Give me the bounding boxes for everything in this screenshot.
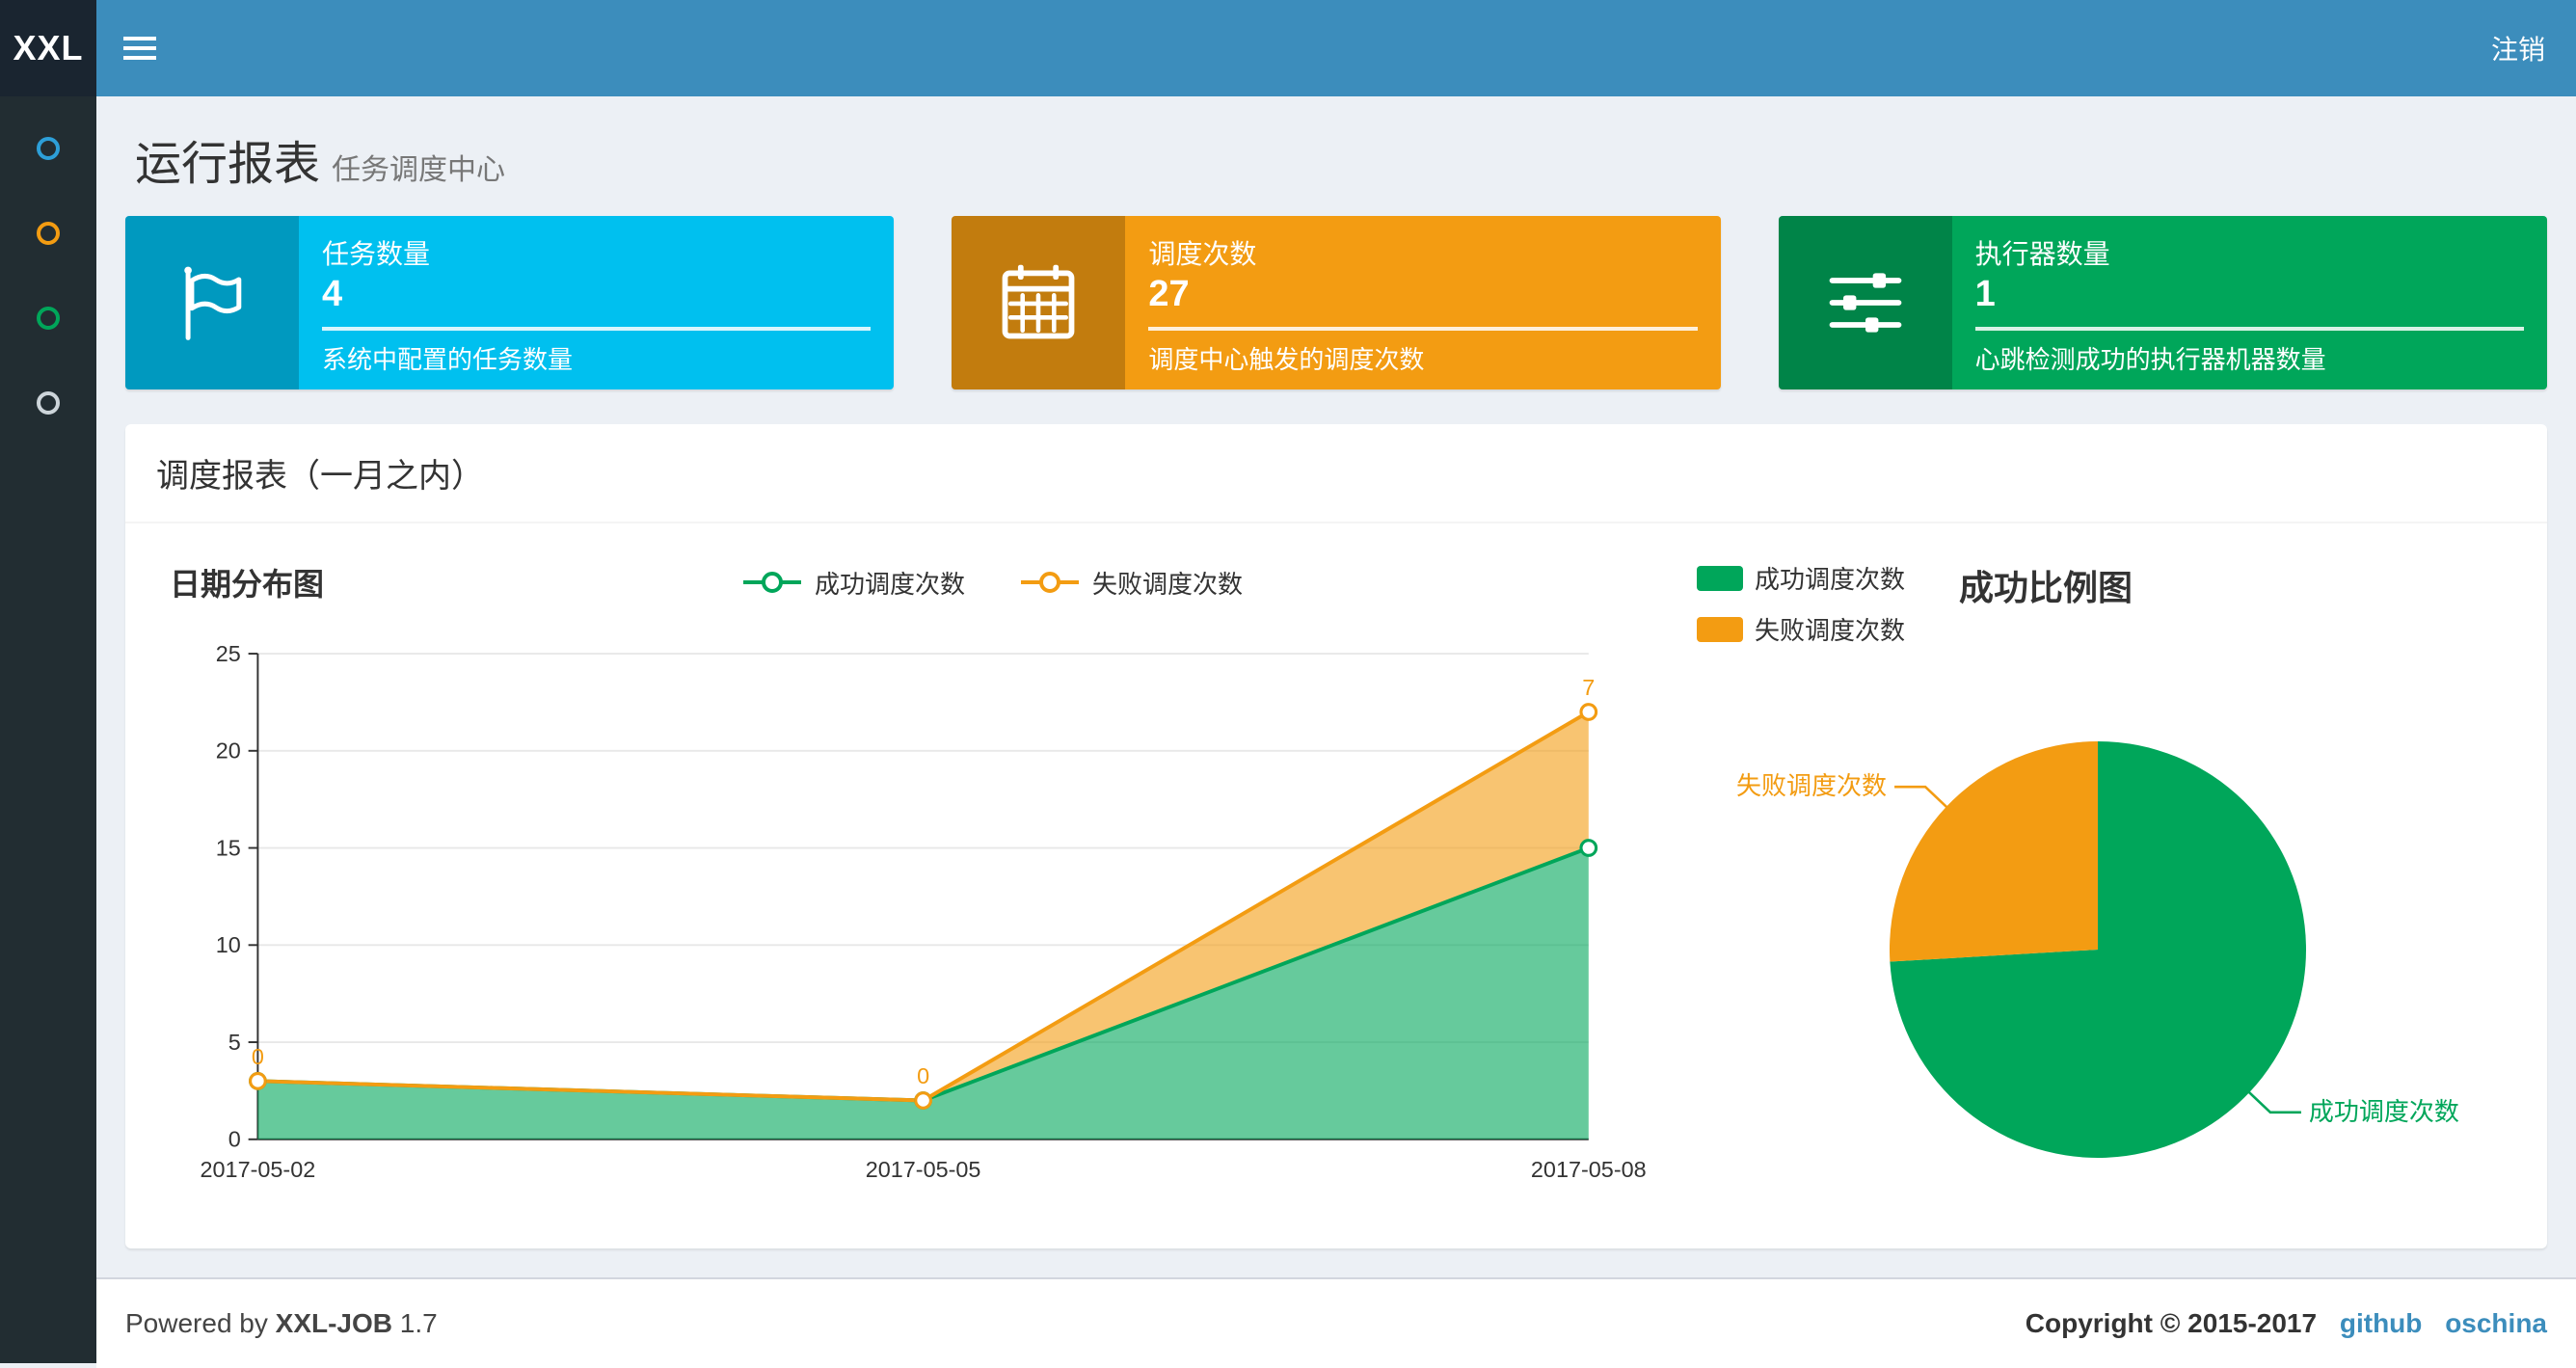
panel-body: 日期分布图 成功调度次数: [125, 523, 2547, 1248]
powered-by-text: Powered by: [125, 1308, 268, 1338]
line-marker-icon: [741, 569, 803, 596]
info-box-content: 调度次数 27 调度中心触发的调度次数: [1125, 216, 1720, 389]
info-box-value: 27: [1148, 274, 1697, 315]
info-box-divider: [322, 327, 871, 331]
copyright-area: Copyright © 2015-2017 github oschina: [2026, 1308, 2547, 1339]
info-box-executors: 执行器数量 1 心跳检测成功的执行器机器数量: [1779, 216, 2547, 389]
svg-text:20: 20: [216, 738, 241, 764]
sidebar-toggle-button[interactable]: [96, 0, 183, 96]
powered-by: Powered by XXL-JOB 1.7: [125, 1308, 438, 1339]
circle-icon: [37, 391, 60, 415]
svg-text:失败调度次数: 失败调度次数: [1736, 771, 1887, 800]
github-link[interactable]: github: [2340, 1308, 2423, 1338]
line-chart-title: 日期分布图: [170, 560, 324, 604]
svg-text:0: 0: [917, 1063, 929, 1088]
info-box-divider: [1148, 327, 1697, 331]
svg-text:2017-05-05: 2017-05-05: [866, 1157, 981, 1182]
pie-chart-svg: 成功调度次数 失败调度次数: [1689, 651, 2518, 1229]
svg-text:10: 10: [216, 932, 241, 957]
sidebar: [0, 96, 96, 1363]
line-chart-legend: 成功调度次数 失败调度次数: [324, 565, 1660, 601]
pie-chart-legend: 成功调度次数 失败调度次数: [1697, 560, 1905, 647]
pie-swatch-fail: [1697, 617, 1743, 642]
info-box-row: 任务数量 4 系统中配置的任务数量: [125, 216, 2547, 389]
circle-icon: [37, 307, 60, 330]
info-box-description: 系统中配置的任务数量: [322, 340, 871, 376]
info-box-value: 4: [322, 274, 871, 315]
info-box-label: 执行器数量: [1975, 233, 2524, 272]
hamburger-icon: [123, 46, 156, 50]
svg-text:5: 5: [228, 1030, 241, 1055]
sidebar-item-2[interactable]: [0, 191, 96, 276]
line-marker-icon: [1019, 569, 1081, 596]
product-name: XXL-JOB: [276, 1308, 392, 1338]
legend-item-fail[interactable]: 失败调度次数: [1019, 565, 1243, 601]
svg-text:7: 7: [1582, 675, 1595, 700]
info-box-description: 心跳检测成功的执行器机器数量: [1975, 340, 2524, 376]
oschina-link[interactable]: oschina: [2445, 1308, 2547, 1338]
legend-item-success[interactable]: 成功调度次数: [741, 565, 965, 601]
info-box-divider: [1975, 327, 2524, 331]
calendar-icon: [952, 216, 1125, 389]
pie-swatch-success: [1697, 566, 1743, 591]
info-box-content: 执行器数量 1 心跳检测成功的执行器机器数量: [1952, 216, 2547, 389]
logout-link[interactable]: 注销: [2460, 0, 2576, 96]
content-wrapper: 运行报表任务调度中心 任务数量 4 系统中配置的任务数量: [96, 96, 2576, 1277]
info-box-label: 调度次数: [1148, 233, 1697, 272]
svg-text:成功调度次数: 成功调度次数: [2309, 1097, 2459, 1126]
product-version: 1.7: [400, 1308, 438, 1338]
panel-title: 调度报表（一月之内）: [125, 424, 2547, 523]
line-chart-area: 日期分布图 成功调度次数: [154, 552, 1660, 1229]
circle-icon: [37, 222, 60, 245]
legend-label: 成功调度次数: [1755, 560, 1905, 596]
page-subtitle: 任务调度中心: [332, 154, 505, 186]
svg-text:2017-05-02: 2017-05-02: [201, 1157, 316, 1182]
sidebar-item-3[interactable]: [0, 276, 96, 361]
sidebar-item-1[interactable]: [0, 106, 96, 191]
top-navbar: XXL 注销: [0, 0, 2576, 96]
info-box-description: 调度中心触发的调度次数: [1148, 340, 1697, 376]
info-box-label: 任务数量: [322, 233, 871, 272]
main-footer: Powered by XXL-JOB 1.7 Copyright © 2015-…: [96, 1277, 2576, 1368]
legend-label: 成功调度次数: [815, 565, 965, 601]
flag-icon: [125, 216, 299, 389]
svg-text:0: 0: [228, 1127, 241, 1152]
legend-label: 失败调度次数: [1755, 611, 1905, 647]
pie-legend-success[interactable]: 成功调度次数: [1697, 560, 1905, 596]
svg-text:0: 0: [252, 1044, 264, 1069]
pie-chart-area: 成功调度次数 失败调度次数 成功比例图 成功调度次数失败调度次数: [1689, 552, 2518, 1229]
app-logo[interactable]: XXL: [0, 0, 96, 96]
pie-legend-fail[interactable]: 失败调度次数: [1697, 611, 1905, 647]
pie-chart-title: 成功比例图: [1959, 560, 2133, 610]
navbar-spacer: [183, 0, 2460, 96]
info-box-triggers: 调度次数 27 调度中心触发的调度次数: [952, 216, 1720, 389]
sliders-icon: [1779, 216, 1952, 389]
info-box-jobs: 任务数量 4 系统中配置的任务数量: [125, 216, 894, 389]
page-title: 运行报表任务调度中心: [135, 125, 2547, 193]
copyright-text: Copyright © 2015-2017: [2026, 1308, 2317, 1338]
circle-icon: [37, 137, 60, 160]
sidebar-item-4[interactable]: [0, 361, 96, 445]
svg-text:25: 25: [216, 641, 241, 666]
svg-text:15: 15: [216, 835, 241, 860]
info-box-content: 任务数量 4 系统中配置的任务数量: [299, 216, 894, 389]
svg-text:2017-05-08: 2017-05-08: [1531, 1157, 1647, 1182]
report-panel: 调度报表（一月之内） 日期分布图 成功调度次数: [125, 424, 2547, 1248]
line-chart-svg: 05101520252017-05-022017-05-052017-05-08…: [154, 616, 1660, 1203]
legend-label: 失败调度次数: [1092, 565, 1243, 601]
info-box-value: 1: [1975, 274, 2524, 315]
